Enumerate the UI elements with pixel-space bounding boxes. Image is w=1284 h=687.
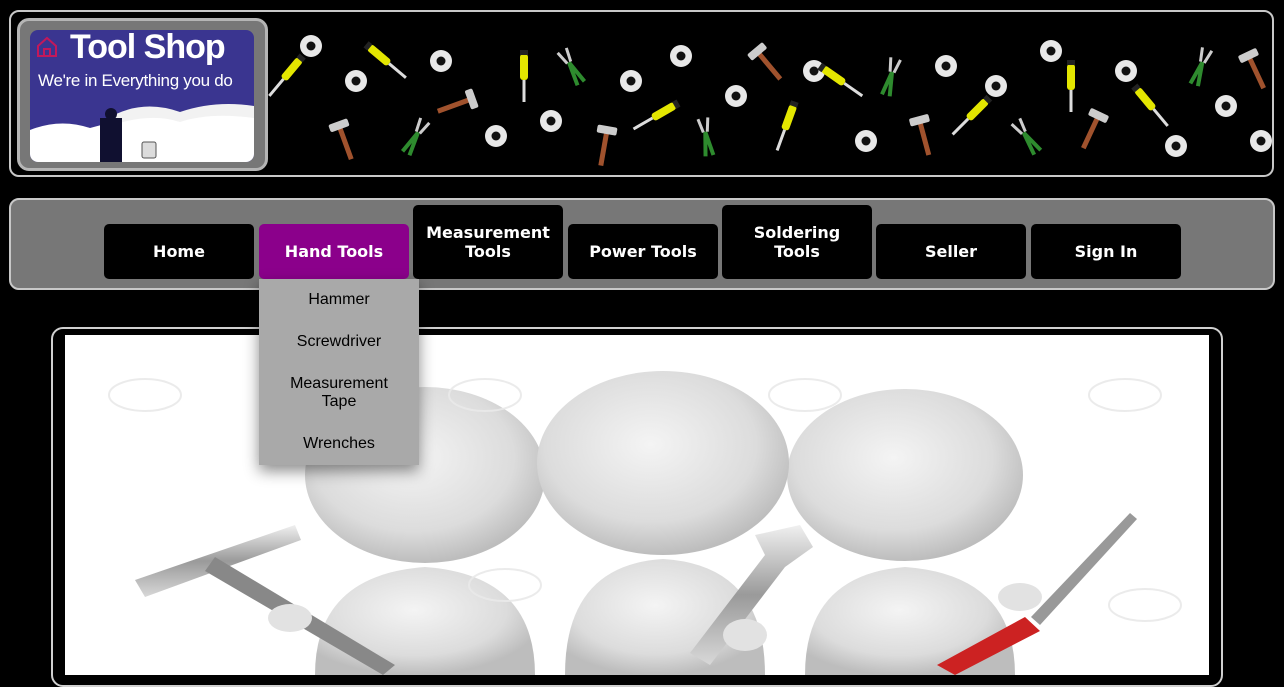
dropdown-item-hammer[interactable]: Hammer	[259, 291, 419, 309]
painter-scene-icon	[30, 90, 254, 162]
logo-tagline: We're in Everything you do	[38, 71, 233, 90]
nav-sign-in-label: Sign In	[1074, 242, 1138, 261]
dropdown-item-wrenches[interactable]: Wrenches	[259, 435, 419, 453]
figures-holding-tools-icon	[108, 371, 1182, 675]
tools-pattern-image	[266, 35, 1272, 168]
nav-power-tools-button[interactable]: Power Tools	[568, 224, 718, 279]
nav-seller-button[interactable]: Seller	[876, 224, 1026, 279]
nav-hand-tools-label: Hand Tools	[284, 242, 384, 261]
header-banner: Tool Shop We're in Everything you do	[9, 10, 1274, 177]
nav-hand-tools-button[interactable]: Hand Tools	[259, 224, 409, 279]
logo[interactable]: Tool Shop We're in Everything you do	[30, 30, 254, 162]
dropdown-measurement-line2: Tape	[321, 393, 357, 410]
nav-measurement-label-line2: Tools	[465, 242, 511, 261]
nav-soldering-label-line2: Tools	[774, 242, 820, 261]
nav-soldering-label-line1: Soldering	[753, 223, 841, 242]
hand-tools-dropdown: Hammer Screwdriver Measurement Tape Wren…	[259, 279, 419, 465]
logo-title: Tool Shop	[70, 30, 226, 66]
nav-soldering-tools-button[interactable]: Soldering Tools	[722, 205, 872, 279]
nav-seller-label: Seller	[924, 242, 978, 261]
nav-home-label: Home	[153, 242, 205, 261]
nav-home-button[interactable]: Home	[104, 224, 254, 279]
nav-power-tools-label: Power Tools	[589, 242, 697, 261]
hero-image	[65, 335, 1209, 675]
dropdown-measurement-line1: Measurement	[290, 375, 388, 392]
logo-frame[interactable]: Tool Shop We're in Everything you do	[17, 18, 268, 171]
nav-measurement-tools-button[interactable]: Measurement Tools	[413, 205, 563, 279]
dropdown-item-measurement-tape[interactable]: Measurement Tape	[259, 375, 419, 411]
house-logo-icon	[37, 36, 57, 57]
nav-sign-in-button[interactable]: Sign In	[1031, 224, 1181, 279]
nav-measurement-label-line1: Measurement	[426, 223, 550, 242]
dropdown-item-screwdriver[interactable]: Screwdriver	[259, 333, 419, 351]
